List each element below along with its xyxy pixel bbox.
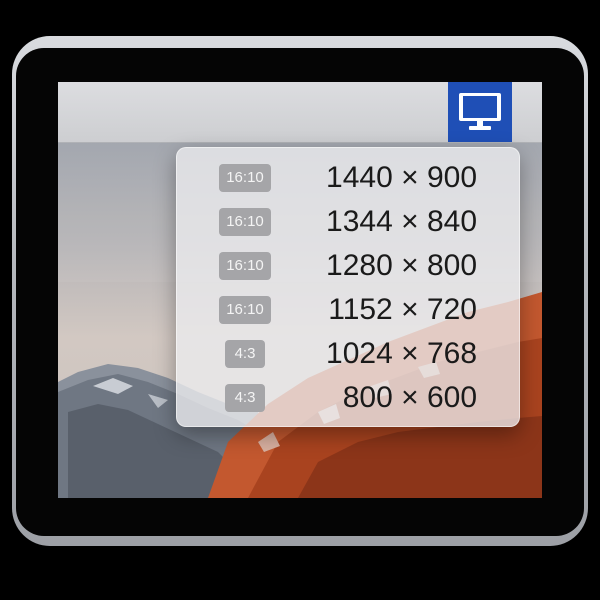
menu-bar xyxy=(58,82,542,143)
resolution-item[interactable]: 16:10 1344 × 840 xyxy=(177,200,519,244)
aspect-ratio-badge: 4:3 xyxy=(225,384,265,412)
resolution-item[interactable]: 4:3 800 × 600 xyxy=(177,376,519,420)
display-icon xyxy=(459,93,501,130)
resolution-menu: 16:10 1440 × 900 16:10 1344 × 840 16:10 … xyxy=(176,147,520,427)
resolution-label: 1280 × 800 xyxy=(326,249,477,282)
resolution-item[interactable]: 16:10 1152 × 720 xyxy=(177,288,519,332)
resolution-item[interactable]: 16:10 1440 × 900 xyxy=(177,156,519,200)
resolution-item[interactable]: 4:3 1024 × 768 xyxy=(177,332,519,376)
aspect-ratio-badge: 16:10 xyxy=(219,208,271,236)
resolution-item[interactable]: 16:10 1280 × 800 xyxy=(177,244,519,288)
resolution-label: 1344 × 840 xyxy=(326,205,477,238)
aspect-ratio-badge: 16:10 xyxy=(219,252,271,280)
aspect-ratio-badge: 4:3 xyxy=(225,340,265,368)
aspect-ratio-badge: 16:10 xyxy=(219,164,271,192)
resolution-label: 800 × 600 xyxy=(342,381,477,414)
display-menu-button[interactable] xyxy=(448,82,512,142)
resolution-label: 1024 × 768 xyxy=(326,337,477,370)
resolution-label: 1440 × 900 xyxy=(326,161,477,194)
aspect-ratio-badge: 16:10 xyxy=(219,296,271,324)
resolution-label: 1152 × 720 xyxy=(328,293,477,326)
screen: 16:10 1440 × 900 16:10 1344 × 840 16:10 … xyxy=(58,82,542,498)
